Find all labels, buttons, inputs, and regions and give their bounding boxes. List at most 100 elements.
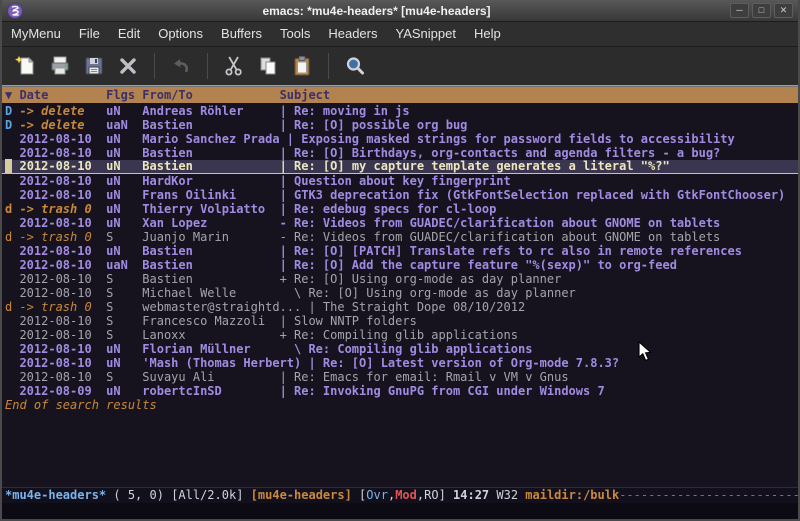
message-flags: S xyxy=(106,314,142,328)
message-row[interactable]: d -> trash 0 S Juanjo Marin - Re: Videos… xyxy=(2,230,798,244)
message-date: 2012-08-09 xyxy=(19,384,106,398)
message-row[interactable]: d -> trash 0 uN Thierry Volpiatto | Re: … xyxy=(2,202,798,216)
toolbar xyxy=(2,47,798,85)
mark-action: -> trash 0 xyxy=(19,230,106,244)
message-flags: uN xyxy=(106,244,142,258)
menu-item-help[interactable]: Help xyxy=(465,22,510,46)
mouse-cursor xyxy=(638,341,653,363)
message-row[interactable]: 2012-08-10 uN Bastien | Re: [O] Birthday… xyxy=(2,146,798,160)
menu-item-buffers[interactable]: Buffers xyxy=(212,22,271,46)
new-file-icon xyxy=(15,55,37,77)
cut-button[interactable] xyxy=(217,51,251,81)
message-date: 2012-08-10 xyxy=(19,146,106,160)
message-from: Florian Müllner xyxy=(142,342,279,356)
copy-button[interactable] xyxy=(251,51,285,81)
headers-buffer[interactable]: D -> delete uN Andreas Röhler | Re: movi… xyxy=(2,103,798,487)
menu-item-mymenu[interactable]: MyMenu xyxy=(2,22,70,46)
print-button[interactable] xyxy=(43,51,77,81)
message-row[interactable]: 2012-08-10 S Francesco Mazzoli | Slow NN… xyxy=(2,314,798,328)
undo-button[interactable] xyxy=(164,51,198,81)
message-from: Frans Oilinki xyxy=(142,188,279,202)
message-row[interactable]: 2012-08-09 uN robertcInSD | Re: Invoking… xyxy=(2,384,798,398)
message-flags: uN xyxy=(106,342,142,356)
mode-line-segment: RO xyxy=(424,488,438,502)
message-flags: S xyxy=(106,370,142,384)
message-row[interactable]: 2012-08-10 uN Bastien | Re: [O] my captu… xyxy=(2,160,798,174)
message-from: Bastien xyxy=(142,159,279,173)
close-button[interactable]: ✕ xyxy=(774,3,793,18)
message-date: 2012-08-10 xyxy=(19,258,106,272)
message-subject: | Re: [O] Add the capture feature "%(sex… xyxy=(280,258,677,272)
menu-item-edit[interactable]: Edit xyxy=(109,22,149,46)
save-button[interactable] xyxy=(77,51,111,81)
mark-indicator xyxy=(5,314,19,328)
mark-indicator: d xyxy=(5,300,19,314)
mark-indicator xyxy=(5,188,19,202)
message-subject: | Re: [O] [PATCH] Translate refs to rc a… xyxy=(280,244,742,258)
message-flags: uN xyxy=(106,174,142,188)
message-row[interactable]: 2012-08-10 S Michael Welle \ Re: [O] Usi… xyxy=(2,286,798,300)
message-row[interactable]: 2012-08-10 uN 'Mash (Thomas Herbert) | R… xyxy=(2,356,798,370)
message-from: Xan Lopez xyxy=(142,216,279,230)
mode-line-segment: *mu4e-headers* xyxy=(5,488,106,502)
message-row[interactable]: 2012-08-10 S Suvayu Ali | Re: Emacs for … xyxy=(2,370,798,384)
message-row[interactable]: D -> delete uN Andreas Röhler | Re: movi… xyxy=(2,104,798,118)
header-line[interactable]: ▼ Date Flgs From/To Subject xyxy=(2,87,798,103)
message-subject: - Re: Videos from GUADEC/clarification a… xyxy=(280,230,721,244)
toolbar-separator xyxy=(154,53,155,79)
menu-item-tools[interactable]: Tools xyxy=(271,22,319,46)
message-subject: | The Straight Dope 08/10/2012 xyxy=(308,300,525,314)
message-subject: | Re: edebug specs for cl-loop xyxy=(280,202,497,216)
message-flags: uN xyxy=(106,202,142,216)
message-row[interactable]: 2012-08-10 uN Frans Oilinki | GTK3 depre… xyxy=(2,188,798,202)
titlebar[interactable]: emacs: *mu4e-headers* [mu4e-headers] ─ □… xyxy=(2,0,798,22)
mark-indicator xyxy=(5,174,19,188)
new-file-button[interactable] xyxy=(9,51,43,81)
column-subject: Subject xyxy=(280,88,331,102)
paste-button[interactable] xyxy=(285,51,319,81)
close-buffer-button[interactable] xyxy=(111,51,145,81)
message-row[interactable]: D -> delete uaN Bastien | Re: [O] possib… xyxy=(2,118,798,132)
minibuffer[interactable] xyxy=(2,503,798,519)
menu-bar: MyMenu File Edit Options Buffers Tools H… xyxy=(2,22,798,47)
message-subject: \ Re: Compiling glib applications xyxy=(280,342,533,356)
menu-item-file[interactable]: File xyxy=(70,22,109,46)
message-flags: S xyxy=(106,286,142,300)
message-from: Bastien xyxy=(142,244,279,258)
search-button[interactable] xyxy=(338,51,372,81)
message-flags: uaN xyxy=(106,258,142,272)
menu-item-options[interactable]: Options xyxy=(149,22,212,46)
message-row[interactable]: 2012-08-10 uN Mario Sanchez Prada | Expo… xyxy=(2,132,798,146)
message-from: Francesco Mazzoli xyxy=(142,314,279,328)
message-from: Bastien xyxy=(142,258,279,272)
mark-indicator xyxy=(5,146,19,160)
message-date: 2012-08-10 xyxy=(19,272,106,286)
message-row[interactable]: 2012-08-10 S Lanoxx + Re: Compiling glib… xyxy=(2,328,798,342)
message-row[interactable]: 2012-08-10 uN HardKor | Question about k… xyxy=(2,174,798,188)
message-flags: uN xyxy=(106,132,142,146)
mark-action: -> delete xyxy=(19,104,106,118)
message-row[interactable]: 2012-08-10 uN Florian Müllner \ Re: Comp… xyxy=(2,342,798,356)
message-row[interactable]: 2012-08-10 uaN Bastien | Re: [O] Add the… xyxy=(2,258,798,272)
menu-item-headers[interactable]: Headers xyxy=(319,22,386,46)
message-date: 2012-08-10 xyxy=(19,216,106,230)
menu-item-yasnippet[interactable]: YASnippet xyxy=(386,22,464,46)
toolbar-separator xyxy=(207,53,208,79)
mode-line-segment: Ovr xyxy=(366,488,388,502)
message-from: 'Mash (Thomas Herbert) xyxy=(142,356,308,370)
message-subject: | Re: [O] my capture template generates … xyxy=(280,159,670,173)
message-row[interactable]: 2012-08-10 S Bastien + Re: [O] Using org… xyxy=(2,272,798,286)
mark-indicator: d xyxy=(5,202,19,216)
minimize-button[interactable]: ─ xyxy=(730,3,749,18)
mode-line[interactable]: *mu4e-headers* ( 5, 0) [All/2.0k] [mu4e-… xyxy=(2,487,798,503)
mark-indicator: d xyxy=(5,230,19,244)
message-row[interactable]: 2012-08-10 uN Bastien | Re: [O] [PATCH] … xyxy=(2,244,798,258)
message-subject: | Re: Emacs for email: Rmail v VM v Gnus xyxy=(280,370,569,384)
message-row[interactable]: 2012-08-10 uN Xan Lopez - Re: Videos fro… xyxy=(2,216,798,230)
message-subject: | Re: [O] Latest version of Org-mode 7.8… xyxy=(308,356,619,370)
message-row[interactable]: d -> trash 0 S webmaster@straightd... | … xyxy=(2,300,798,314)
maximize-button[interactable]: □ xyxy=(752,3,771,18)
mode-line-segment: ----------------------------------------… xyxy=(619,488,798,502)
message-date: 2012-08-10 xyxy=(19,342,106,356)
message-date: 2012-08-10 xyxy=(19,286,106,300)
